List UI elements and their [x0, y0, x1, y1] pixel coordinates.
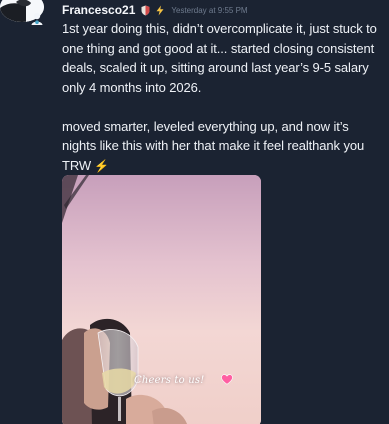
message-text: 1st year doing this, didn’t overcomplica…	[62, 19, 380, 176]
image-attachment[interactable]	[62, 175, 261, 424]
message-paragraph-1: 1st year doing this, didn’t overcomplica…	[62, 21, 377, 95]
role-badge-icon	[31, 12, 43, 25]
message-paragraph-2: moved smarter, leveled everything up, an…	[62, 117, 380, 177]
attachment-photo	[62, 175, 261, 424]
bolt-icon	[156, 5, 164, 15]
bolt-emoji: ⚡	[94, 158, 109, 173]
attachment-caption: Cheers to us!	[134, 375, 205, 386]
shield-icon	[141, 5, 150, 15]
username[interactable]: Francesco21	[62, 4, 135, 16]
timestamp: Yesterday at 9:55 PM	[171, 5, 248, 15]
heart-icon	[221, 374, 233, 385]
chat-message: Francesco21 Yesterday at 9:55 PM 1st yea…	[0, 0, 389, 424]
message-header: Francesco21 Yesterday at 9:55 PM	[62, 4, 248, 16]
